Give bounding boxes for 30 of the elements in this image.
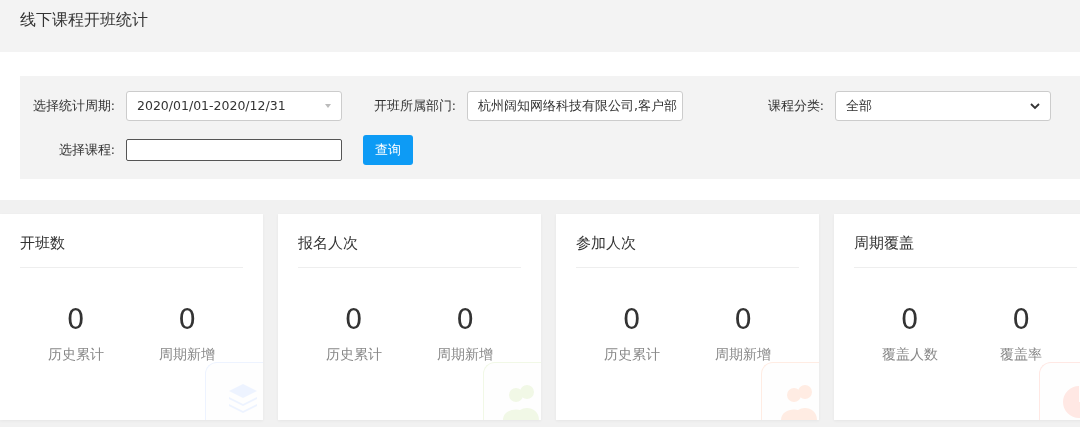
card-title: 报名人次 — [298, 232, 521, 268]
course-input[interactable] — [126, 139, 342, 161]
card-title: 周期覆盖 — [854, 232, 1077, 268]
stat-value: 0 — [65, 305, 86, 334]
stat-label: 周期新增 — [714, 344, 773, 364]
stat-value: 0 — [733, 305, 754, 334]
date-range-field[interactable]: 2020/01/01-2020/12/31 — [126, 91, 342, 121]
field-label: 选择统计周期: — [31, 96, 115, 115]
card-title: 开班数 — [20, 232, 243, 268]
stat-label: 周期新增 — [158, 344, 217, 364]
card-title: 参加人次 — [576, 232, 799, 268]
stat-label: 历史累计 — [602, 344, 661, 364]
stat-label: 历史累计 — [46, 344, 105, 364]
field-label: 课程分类: — [766, 96, 824, 115]
stat-value: 0 — [455, 305, 476, 334]
stat-value: 0 — [343, 305, 364, 334]
field-label: 开班所属部门: — [372, 96, 456, 115]
stat-value: 0 — [177, 305, 198, 334]
field-label: 选择课程: — [57, 140, 115, 159]
page-title: 线下课程开班统计 — [20, 10, 148, 29]
stat-value: 0 — [899, 305, 920, 334]
stat-value: 0 — [621, 305, 642, 334]
stat-label: 覆盖率 — [999, 344, 1044, 364]
department-field[interactable]: 杭州阔知网络科技有限公司,客户部 — [467, 91, 683, 121]
stat-label: 历史累计 — [324, 344, 383, 364]
stat-label: 周期新增 — [436, 344, 495, 364]
category-select[interactable]: 全部 — [835, 91, 1051, 121]
chevron-down-icon — [1030, 102, 1040, 110]
stat-label: 覆盖人数 — [880, 344, 939, 364]
stat-value: 0 — [1011, 305, 1032, 334]
